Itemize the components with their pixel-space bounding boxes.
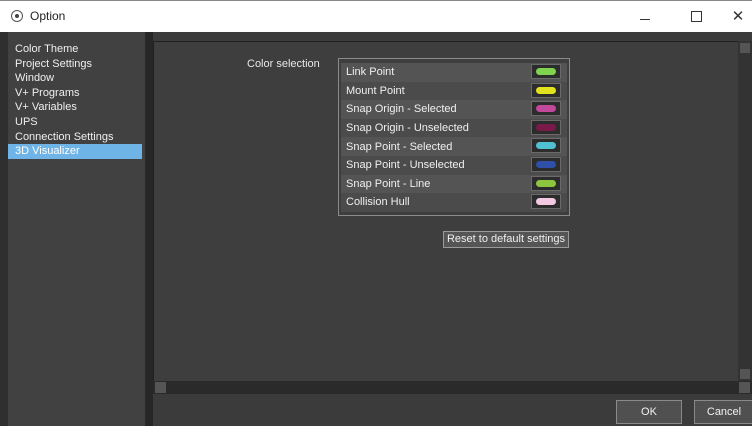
- window-title: Option: [30, 9, 66, 23]
- maximize-button[interactable]: [676, 1, 716, 32]
- color-row-snap-origin-selected[interactable]: Snap Origin - Selected: [341, 100, 567, 119]
- color-row-snap-point-selected[interactable]: Snap Point - Selected: [341, 137, 567, 156]
- color-swatch: [536, 105, 556, 113]
- scroll-down-icon[interactable]: [740, 369, 750, 379]
- cancel-button[interactable]: Cancel: [694, 400, 752, 424]
- window-left-edge: [0, 32, 8, 426]
- color-picker-button[interactable]: [531, 156, 561, 172]
- color-picker-button[interactable]: [531, 119, 561, 135]
- color-picker-button[interactable]: [531, 64, 561, 79]
- color-swatch: [536, 198, 556, 206]
- color-picker-button[interactable]: [531, 175, 561, 191]
- sidebar: Color Theme Project Settings Window V+ P…: [8, 32, 146, 426]
- color-row-snap-origin-unselected[interactable]: Snap Origin - Unselected: [341, 118, 567, 138]
- sidebar-item-v-variables[interactable]: V+ Variables: [8, 100, 145, 115]
- color-row-link-point[interactable]: Link Point: [341, 63, 567, 82]
- sidebar-item-connection-settings[interactable]: Connection Settings: [8, 130, 145, 145]
- color-selection-label: Color selection: [247, 58, 320, 70]
- color-row-collision-hull[interactable]: Collision Hull: [341, 193, 567, 212]
- color-picker-button[interactable]: [531, 101, 561, 117]
- color-picker-button[interactable]: [531, 138, 561, 154]
- vertical-scrollbar[interactable]: [738, 41, 752, 381]
- color-row-snap-point-line[interactable]: Snap Point - Line: [341, 174, 567, 194]
- color-selection-list: Link Point Mount Point Snap Origin - Sel…: [338, 58, 570, 216]
- panel-splitter[interactable]: [146, 32, 153, 426]
- sidebar-item-ups[interactable]: UPS: [8, 115, 145, 130]
- maximize-icon: [690, 11, 702, 22]
- sidebar-item-window[interactable]: Window: [8, 71, 145, 86]
- minimize-button[interactable]: [625, 1, 665, 32]
- color-swatch: [536, 179, 556, 187]
- app-icon: [11, 10, 23, 22]
- sidebar-item-color-theme[interactable]: Color Theme: [8, 42, 145, 57]
- close-button[interactable]: ✕: [718, 1, 752, 32]
- sidebar-item-project-settings[interactable]: Project Settings: [8, 57, 145, 72]
- color-swatch: [536, 160, 556, 168]
- color-swatch: [536, 123, 556, 131]
- scroll-up-icon[interactable]: [740, 43, 750, 53]
- scroll-right-icon[interactable]: [739, 382, 750, 393]
- ok-button[interactable]: OK: [616, 400, 682, 424]
- color-picker-button[interactable]: [531, 194, 561, 210]
- sidebar-item-3d-visualizer[interactable]: 3D Visualizer: [8, 144, 142, 159]
- scroll-left-icon[interactable]: [155, 382, 166, 393]
- color-picker-button[interactable]: [531, 82, 561, 98]
- sidebar-item-v-programs[interactable]: V+ Programs: [8, 86, 145, 101]
- reset-defaults-button[interactable]: Reset to default settings: [443, 231, 569, 248]
- minimize-icon: [640, 19, 650, 20]
- close-icon: ✕: [731, 8, 745, 25]
- color-swatch: [536, 68, 556, 75]
- horizontal-scrollbar[interactable]: [153, 381, 752, 394]
- color-swatch: [536, 142, 556, 150]
- color-row-mount-point[interactable]: Mount Point: [341, 81, 567, 101]
- title-bar: Option ✕: [0, 0, 752, 32]
- color-row-snap-point-unselected[interactable]: Snap Point - Unselected: [341, 155, 567, 175]
- color-swatch: [536, 86, 556, 94]
